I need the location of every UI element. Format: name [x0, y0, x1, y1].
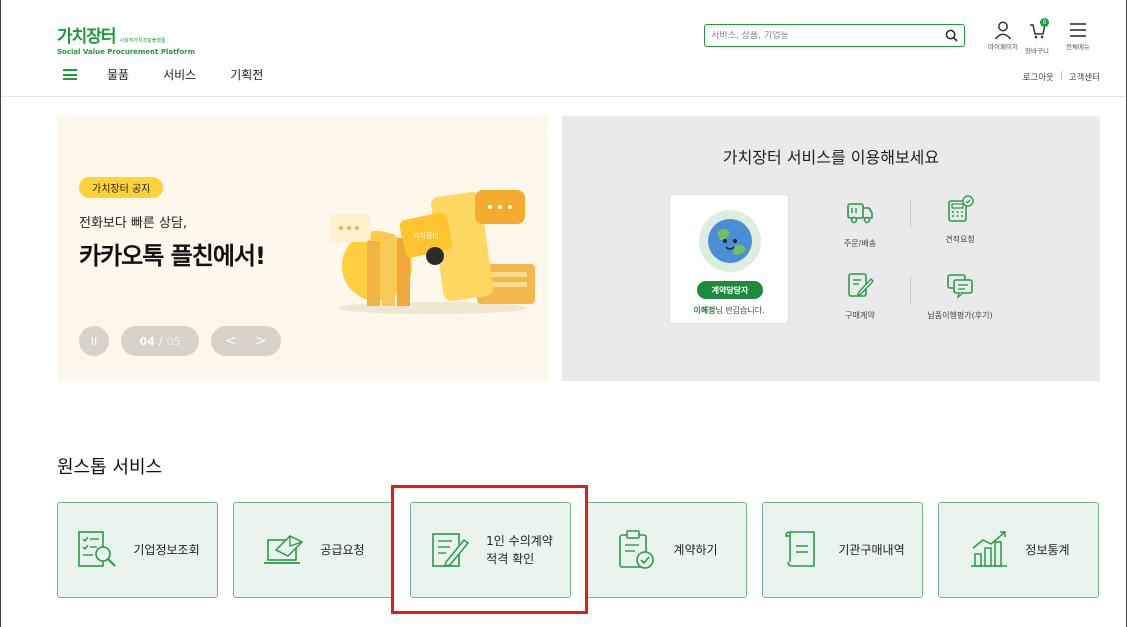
promo-banner[interactable]: 가치장터 공지 전화보다 빠른 상담, 카카오톡 플친에서! II 04 / 0… [57, 116, 548, 381]
header-divider [1, 96, 1126, 97]
checklist-search-icon [78, 531, 117, 567]
onestop-section-title: 원스톱 서비스 [57, 457, 163, 478]
quick-link-label: 주문/배송 [843, 239, 877, 248]
greeting-text: 이혜정님 반갑습니다. [670, 305, 788, 316]
link-separator: | [1059, 71, 1063, 81]
all-menu-label: 전체메뉴 [1066, 43, 1090, 51]
search-bar [704, 24, 965, 47]
banner-next-button[interactable]: > [255, 333, 267, 349]
quick-link-label: 견적요청 [945, 235, 975, 244]
onestop-card-supply-request[interactable]: 공급요청 [233, 502, 394, 598]
search-icon[interactable] [945, 29, 958, 42]
quick-link-order-delivery[interactable]: 주문/배송 [820, 198, 900, 249]
quick-link-purchase-contract[interactable]: 구매계약 [820, 270, 900, 321]
laptop-mail-icon [264, 535, 304, 564]
logout-link[interactable]: 로그아웃 [1023, 71, 1054, 83]
divider [910, 200, 911, 228]
cart-label: 장바구니 [1025, 47, 1049, 55]
logo-title: 가치장터 [57, 27, 117, 47]
banner-page-total: 05 [166, 334, 181, 348]
document-edit-icon [848, 273, 874, 297]
onestop-card-company-info[interactable]: 기업정보조회 [57, 502, 218, 598]
onestop-card-statistics[interactable]: 정보통계 [938, 502, 1099, 598]
banner-arrows: < > [211, 326, 281, 356]
bar-chart-icon [971, 531, 1008, 567]
banner-page-separator: / [158, 334, 163, 348]
user-profile-card: 계약담당자 이혜정님 반갑습니다. [669, 194, 789, 324]
search-input[interactable] [711, 30, 945, 41]
illustration-tag: 가치장터 [413, 231, 439, 240]
onestop-card-label: 계약하기 [673, 543, 718, 557]
scroll-document-icon [785, 531, 816, 567]
truck-icon [847, 203, 873, 224]
menu-icon [1070, 23, 1086, 37]
nav-item-goods[interactable]: 물품 [107, 66, 129, 83]
logo-small-text: 사회적가치조달플랫폼 [119, 38, 166, 44]
help-center-link[interactable]: 고객센터 [1069, 71, 1100, 83]
earth-character-icon [708, 219, 752, 263]
calculator-check-icon [948, 195, 974, 222]
onestop-card-purchase-history[interactable]: 기관구매내역 [762, 502, 923, 598]
banner-page-current: 04 [139, 334, 155, 348]
kakao-chat-illustration: 가치장터 [329, 190, 535, 314]
banner-subheading: 전화보다 빠른 상담, [79, 216, 188, 231]
onestop-card-label: 기관구매내역 [838, 543, 905, 557]
category-menu-icon[interactable] [63, 69, 77, 80]
onestop-card-contract[interactable]: 계약하기 [586, 502, 747, 598]
mypage-label: 마이페이지 [988, 43, 1018, 51]
onestop-card-label: 기업정보조회 [133, 543, 200, 557]
banner-pause-button[interactable]: II [79, 326, 109, 356]
quick-link-delivery-review[interactable]: 납품이행평가(후기) [905, 270, 1015, 321]
site-logo[interactable]: 가치장터 사회적가치조달플랫폼 Social Value Procurement… [57, 22, 195, 56]
onestop-card-label: 정보통계 [1025, 543, 1070, 557]
avatar [699, 210, 761, 272]
quick-link-label: 납품이행평가(후기) [927, 311, 993, 320]
user-icon [994, 21, 1012, 40]
greeting-suffix: 님 반갑습니다. [715, 306, 765, 315]
banner-prev-button[interactable]: < [225, 333, 237, 349]
user-name: 이혜정 [693, 306, 716, 315]
top-links: 로그아웃 | 고객센터 [1023, 71, 1100, 83]
nav-item-services[interactable]: 서비스 [163, 66, 196, 83]
onestop-card-label: 공급요청 [320, 543, 365, 557]
main-nav: 물품 서비스 기획전 [63, 66, 297, 83]
service-panel-title: 가치장터 서비스를 이용해보세요 [722, 148, 940, 167]
cart-button[interactable]: 0 장바구니 [1015, 18, 1059, 55]
logo-subtitle: Social Value Procurement Platform [57, 48, 196, 56]
notice-badge: 가치장터 공지 [79, 177, 164, 198]
chat-review-icon [947, 274, 973, 299]
service-panel: 가치장터 서비스를 이용해보세요 계약담당자 이혜정님 반갑습니다. 주문/배송… [562, 116, 1100, 381]
clipboard-check-icon [619, 530, 655, 569]
all-menu-button[interactable]: 전체메뉴 [1058, 20, 1098, 51]
banner-pager: 04 / 05 [121, 326, 199, 356]
role-badge: 계약담당자 [697, 281, 763, 299]
cart-count-badge: 0 [1040, 18, 1049, 27]
highlight-box [391, 485, 588, 614]
nav-item-exhibitions[interactable]: 기획전 [230, 66, 263, 83]
quick-link-label: 구매계약 [845, 311, 875, 320]
banner-heading: 카카오톡 플친에서! [79, 242, 266, 270]
quick-link-quote-request[interactable]: 견적요청 [920, 194, 1000, 245]
